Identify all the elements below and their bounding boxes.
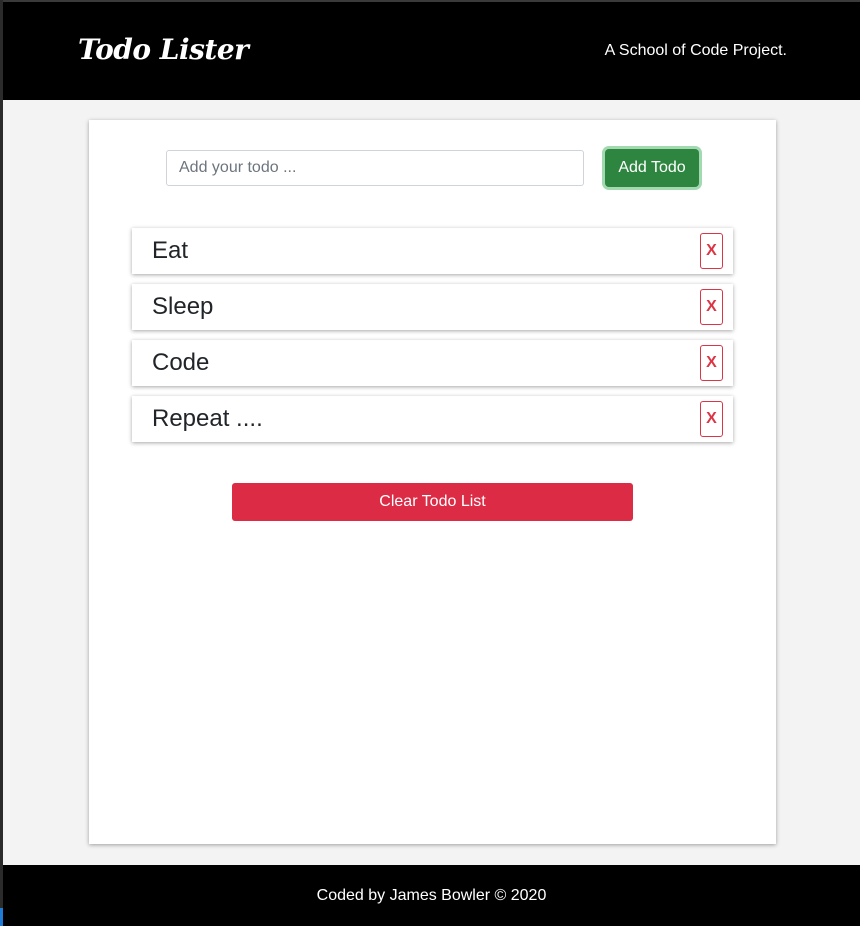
todo-list: Eat X Sleep X Code X Repeat .... X	[132, 228, 733, 452]
delete-todo-button[interactable]: X	[700, 233, 723, 269]
todo-text: Sleep	[152, 293, 214, 320]
todo-item: Sleep X	[132, 284, 733, 330]
footer-credit: Coded by James Bowler © 2020	[316, 887, 547, 904]
todo-text: Code	[152, 349, 210, 376]
todo-item: Eat X	[132, 228, 733, 274]
footer: Coded by James Bowler © 2020	[3, 865, 860, 926]
clear-todo-list-button[interactable]: Clear Todo List	[232, 483, 633, 521]
window-left-border	[0, 0, 3, 926]
todo-text: Repeat ....	[152, 405, 263, 432]
todo-item: Repeat .... X	[132, 396, 733, 442]
add-todo-button[interactable]: Add Todo	[605, 149, 699, 187]
delete-todo-button[interactable]: X	[700, 289, 723, 325]
todo-input[interactable]	[166, 150, 584, 186]
navbar: Todo Lister A School of Code Project.	[3, 2, 860, 100]
todo-item: Code X	[132, 340, 733, 386]
delete-todo-button[interactable]: X	[700, 345, 723, 381]
todo-text: Eat	[152, 237, 189, 264]
brand-logo[interactable]: Todo Lister	[78, 33, 249, 66]
tagline: A School of Code Project.	[604, 42, 787, 59]
todo-card: Add Todo Eat X Sleep X Code X Repeat ...…	[89, 120, 776, 844]
delete-todo-button[interactable]: X	[700, 401, 723, 437]
